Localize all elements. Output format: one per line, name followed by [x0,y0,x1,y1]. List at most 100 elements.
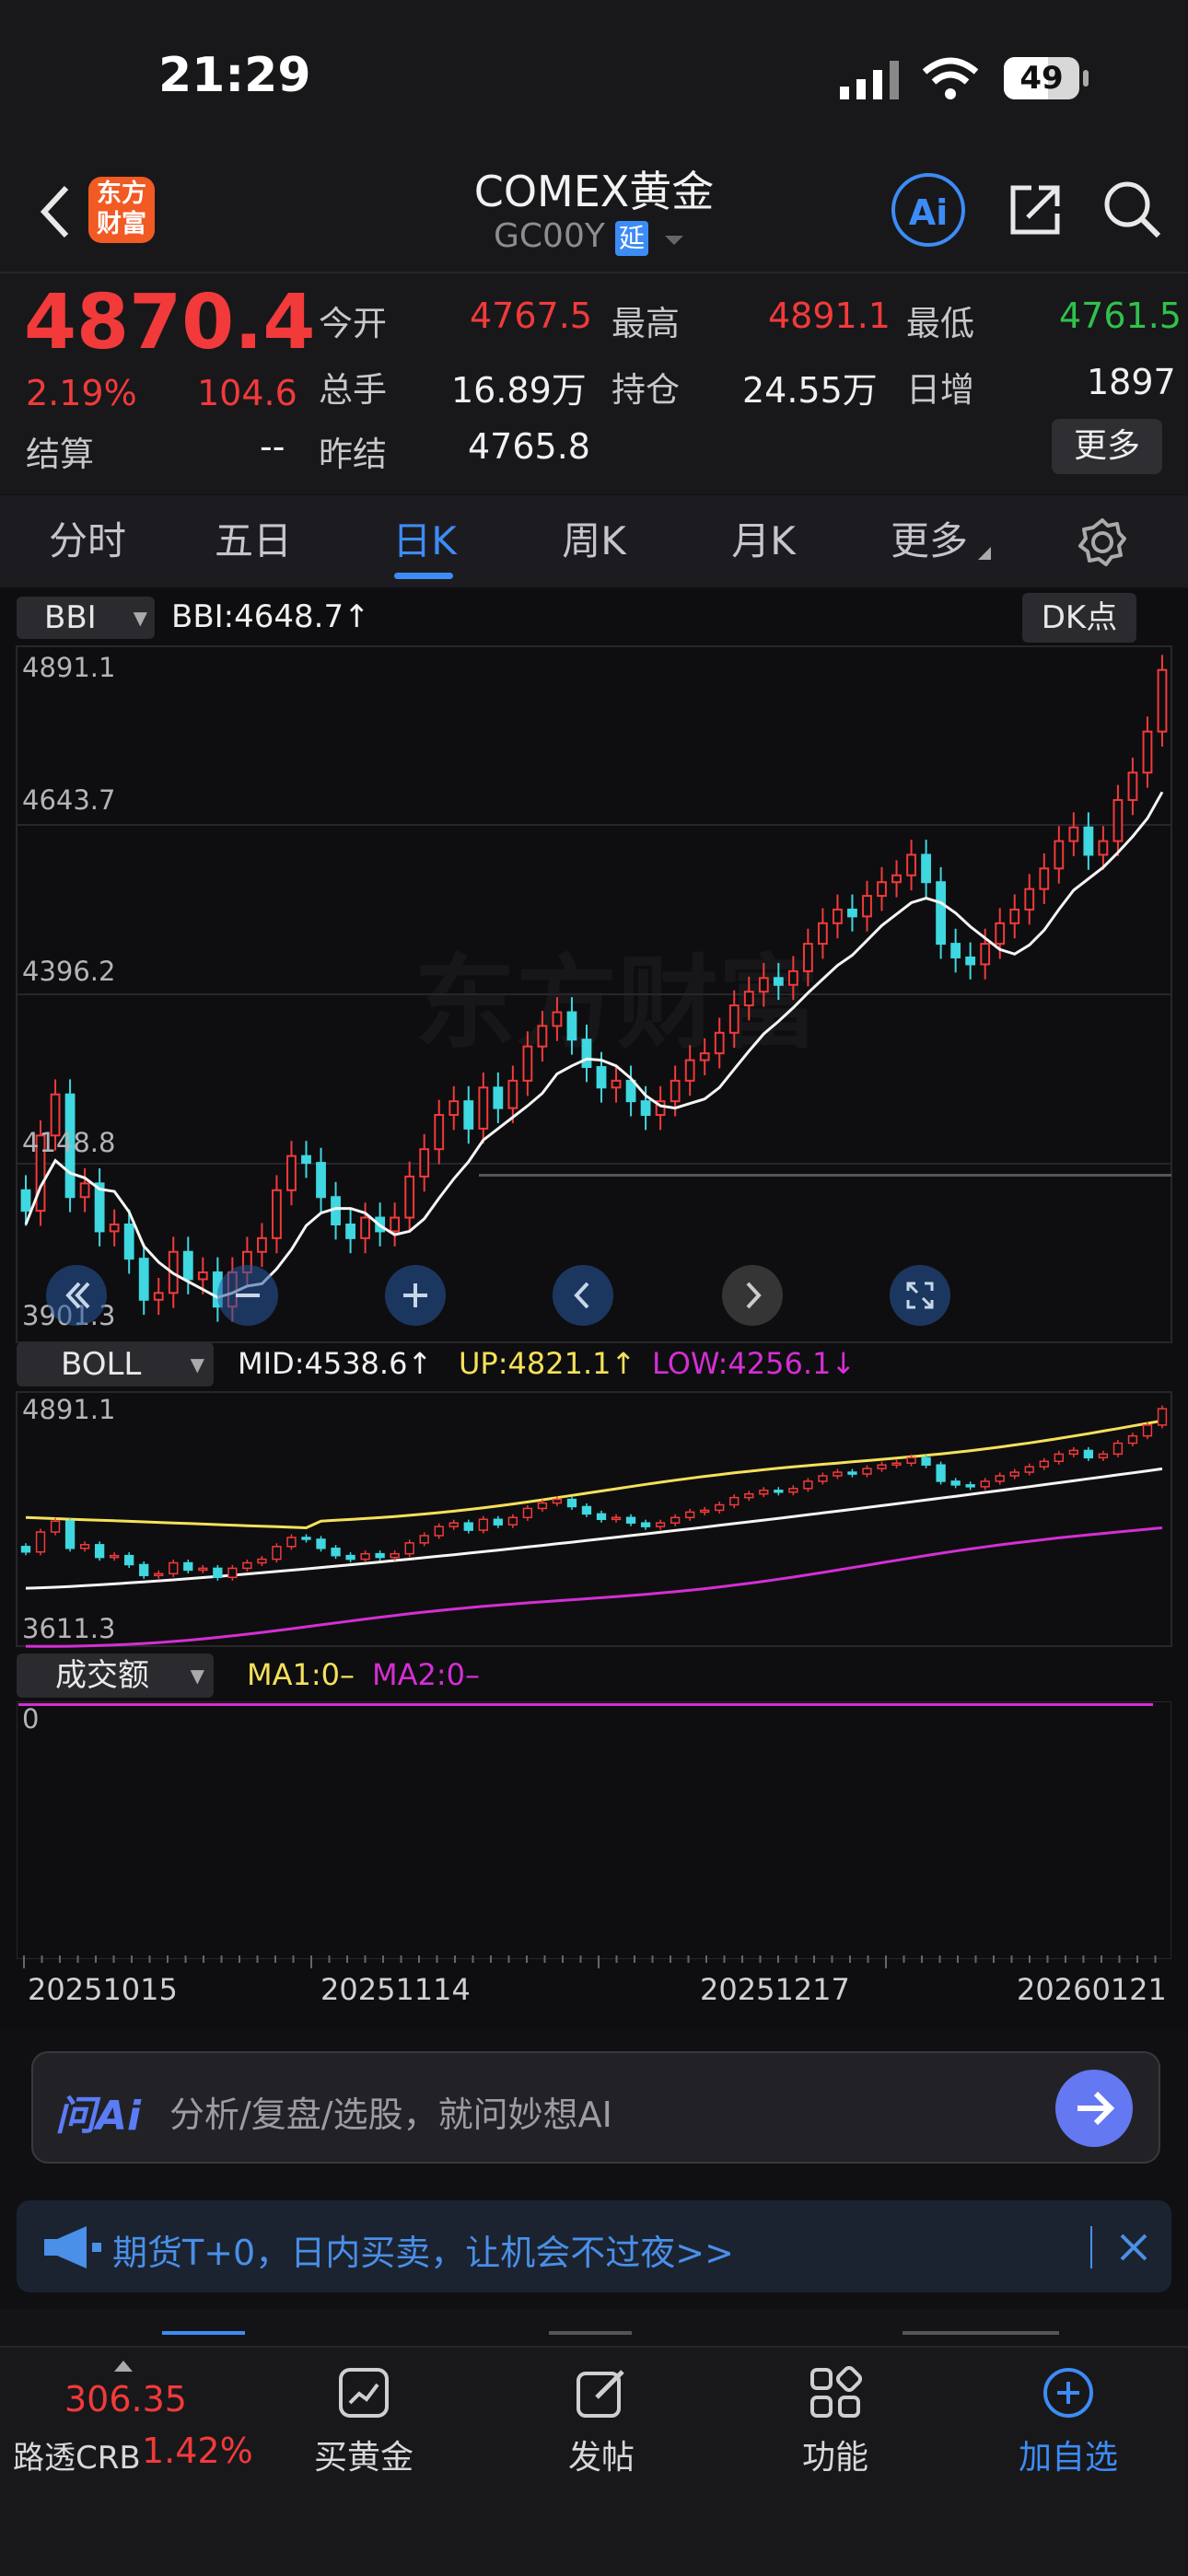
boll-candle [434,1526,444,1537]
boll-candle [316,1538,326,1549]
candle [1098,840,1109,856]
tab-monthly-k[interactable]: 月K [694,495,833,587]
candle [611,1079,622,1089]
candle [463,1100,474,1130]
ask-submit-button[interactable] [1055,2070,1133,2147]
dk-point-button[interactable]: DK点 [1022,593,1136,643]
boll-candle [685,1511,695,1519]
boll-candle [700,1509,710,1514]
candle [272,1189,282,1239]
boll-candle [995,1475,1005,1482]
status-time: 21:29 [158,48,311,103]
share-icon[interactable] [1006,180,1065,239]
add-watchlist-button[interactable]: 加自选 [1004,2366,1133,2478]
x-date-4: 20260121 [1017,1972,1167,2007]
boll-candle [566,1498,577,1508]
candle [197,1271,208,1281]
back-icon[interactable] [37,182,74,241]
scroll-left-fast-button[interactable] [46,1265,107,1326]
boll-candle [1098,1453,1109,1459]
candle [1142,730,1153,774]
candle [980,943,991,966]
boll-candle [50,1520,61,1533]
functions-button[interactable]: 功能 [775,2366,895,2478]
candle [257,1236,267,1253]
candle [522,1045,533,1082]
volume-label: 总手 [319,370,387,410]
candle [581,1039,592,1068]
candle [123,1223,134,1260]
candle [537,1025,548,1048]
boll-candle [640,1522,651,1527]
boll-candle [272,1546,282,1561]
x-date-1: 20251015 [28,1972,178,2007]
candle [877,881,887,898]
add-watchlist-label: 加自选 [1018,2439,1118,2477]
boll-candle [404,1542,414,1555]
buy-gold-button[interactable]: 买黄金 [304,2366,424,2478]
boll-indicator-select[interactable]: BOLL ▼ [17,1342,214,1387]
daily-inc-value: 1897 [1087,362,1176,402]
boll-candle [242,1561,252,1570]
bbi-indicator-select[interactable]: BBI ▼ [17,597,155,639]
banner-text[interactable]: 期货T+0，日内买卖，让机会不过夜>> [112,2224,734,2275]
zoom-in-button[interactable] [385,1265,446,1326]
settings-gear-icon[interactable] [1077,517,1127,567]
boll-candle [936,1464,946,1482]
ask-ai-bar[interactable]: 问Ai 分析/复盘/选股，就问妙想AI [31,2051,1160,2164]
close-icon[interactable] [1118,2232,1149,2263]
boll-candle [596,1513,607,1521]
high-label: 最高 [611,304,680,343]
candle [286,1155,297,1191]
boll-candle [79,1544,90,1549]
boll-candle [980,1480,990,1488]
boll-candle [109,1554,120,1559]
tab-weekly-k[interactable]: 周K [525,495,663,587]
post-button[interactable]: 发帖 [542,2366,661,2478]
scroll-right-button[interactable] [722,1265,783,1326]
candle [936,881,947,946]
more-button[interactable]: 更多 [1052,419,1162,474]
ai-button[interactable]: Ai [891,173,965,247]
boll-candle [877,1464,887,1469]
fullscreen-button[interactable] [890,1265,950,1326]
boll-candle [35,1531,46,1553]
contract-code[interactable]: GC00Y [494,217,605,255]
boll-candle [448,1522,459,1527]
crb-value: 306.35 [64,2379,187,2419]
boll-candle [862,1468,872,1475]
candle [802,943,813,972]
expand-up-icon[interactable] [114,2359,133,2372]
tab-five-day[interactable]: 五日 [184,495,322,587]
turnover-indicator-select[interactable]: 成交额 ▼ [17,1654,214,1698]
page-title: COMEX黄金 [473,167,715,216]
candle [684,1059,695,1082]
chevron-down-icon[interactable] [663,234,685,249]
low-value: 4761.5 [1059,296,1182,336]
bbi-value: BBI:4648.7↑ [171,598,370,635]
tab-intraday[interactable]: 分时 [18,495,157,587]
candle [714,1031,725,1055]
header: 东方 财富 COMEX黄金 GC00Y 延 Ai [0,157,1188,272]
boll-candle [788,1488,798,1493]
boll-chart[interactable] [0,1390,1188,1650]
zoom-out-button[interactable] [217,1265,278,1326]
candle [478,1086,489,1130]
boll-candle [1024,1466,1034,1473]
boll-mid: MID:4538.6↑ [238,1346,433,1381]
boll-candle [537,1502,548,1510]
boll-candle [331,1548,341,1557]
boll-candle [729,1496,740,1506]
search-icon[interactable] [1101,179,1164,241]
candle [596,1065,607,1089]
boll-candle [124,1554,134,1566]
ask-ai-input[interactable]: 分析/复盘/选股，就问妙想AI [169,2086,612,2137]
boll-candle [522,1507,533,1519]
scroll-left-button[interactable] [553,1265,613,1326]
ask-ai-brand: 问Ai [55,2093,142,2140]
tab-more[interactable]: 更多 [860,495,998,587]
y-label-2: 4643.7 [22,784,116,816]
promo-banner[interactable]: 期货T+0，日内买卖，让机会不过夜>> [17,2200,1171,2292]
chart-area[interactable]: BBI▼ BBI:4648.7↑ DK点 东方财富 4891.1 4643.7 … [0,589,1188,2030]
oi-label: 持仓 [611,370,680,410]
